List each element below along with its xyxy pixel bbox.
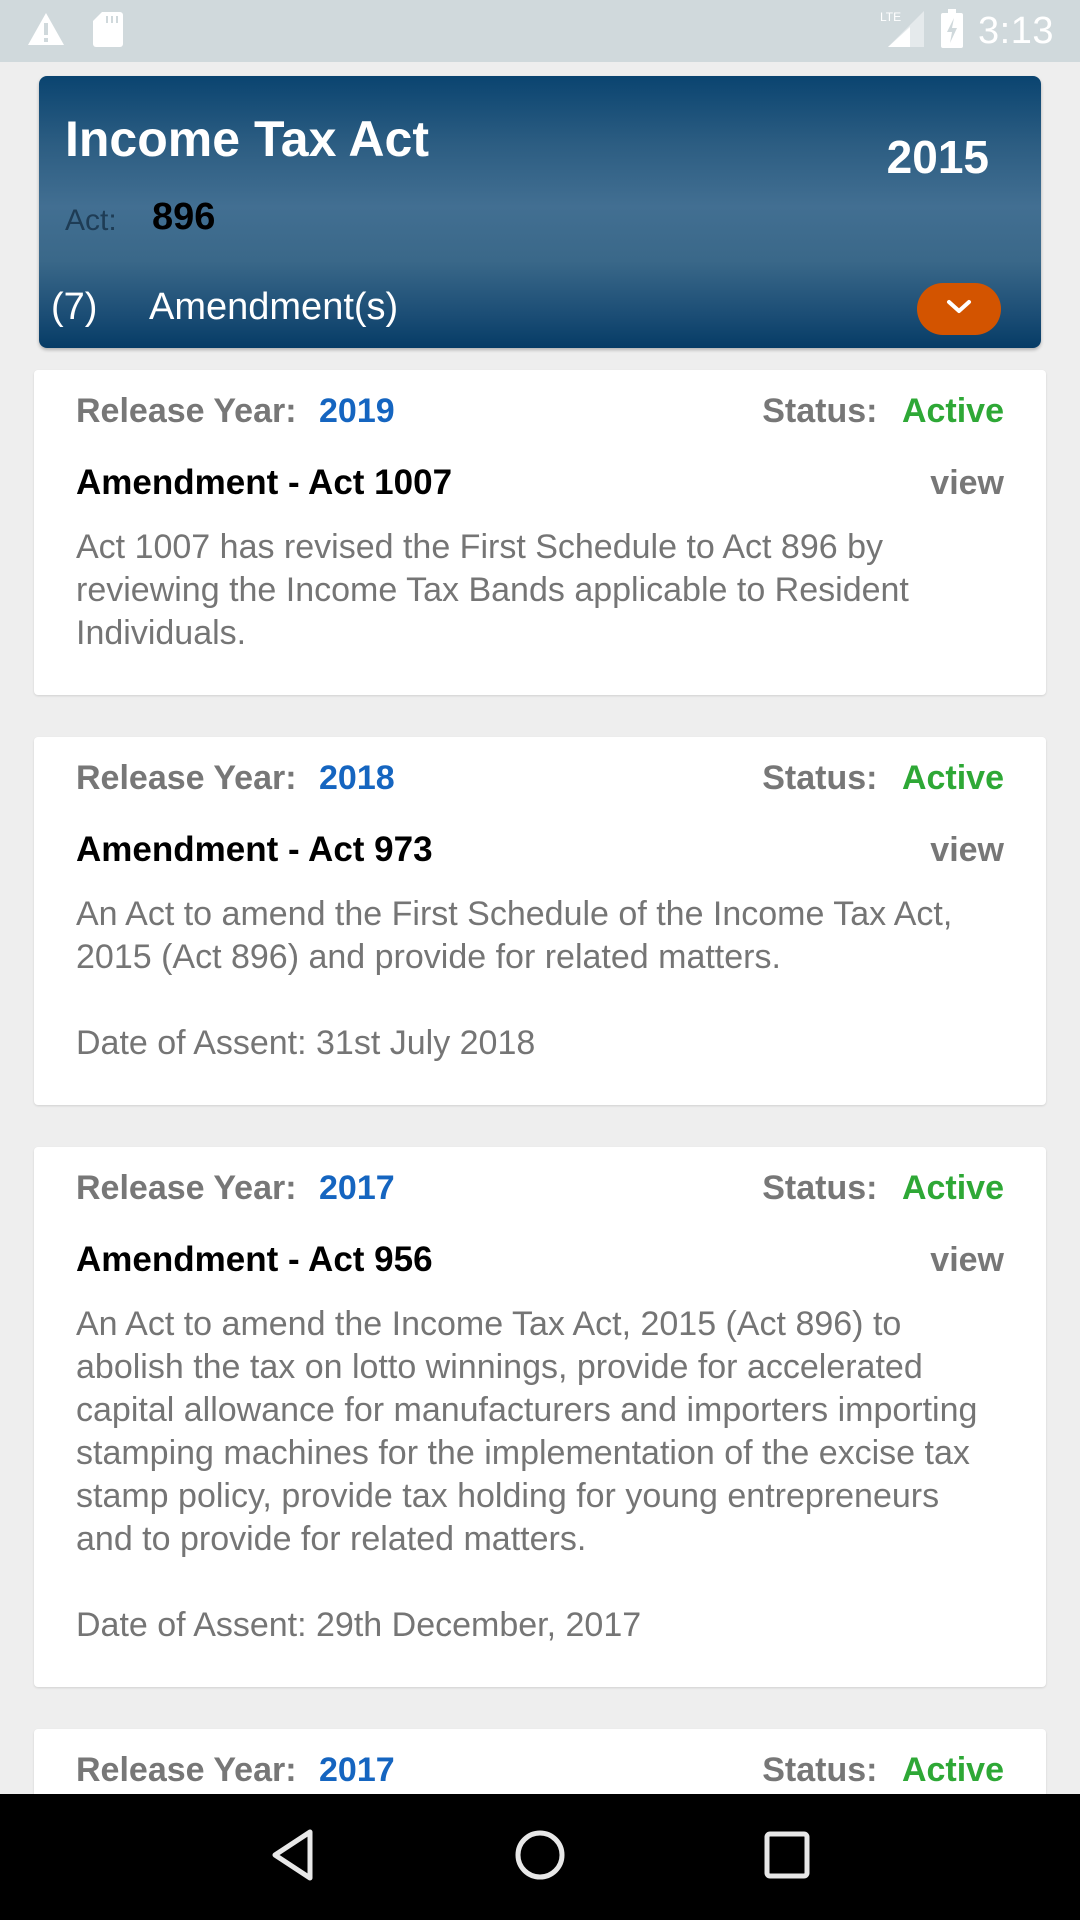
- view-link[interactable]: view: [930, 831, 1004, 870]
- release-year-value: 2017: [319, 1168, 395, 1207]
- amendment-title: Amendment - Act 973: [76, 830, 433, 869]
- view-link[interactable]: view: [930, 1241, 1004, 1280]
- amendment-description: An Act to amend the First Schedule of th…: [76, 895, 953, 976]
- release-year-label: Release Year:: [76, 758, 297, 797]
- signal-icon: LTE: [880, 9, 926, 54]
- date-of-assent: Date of Assent: 29th December, 2017: [76, 1606, 642, 1644]
- status-value: Active: [901, 1750, 1004, 1789]
- home-icon: [514, 1829, 566, 1886]
- amendment-description: An Act to amend the Income Tax Act, 2015…: [76, 1305, 978, 1558]
- amendment-count: (7): [51, 286, 98, 328]
- network-type-label: LTE: [880, 10, 901, 24]
- release-year-label: Release Year:: [76, 391, 297, 430]
- view-link[interactable]: view: [930, 464, 1004, 503]
- status-value: Active: [901, 1168, 1004, 1207]
- release-year-value: 2018: [319, 758, 395, 797]
- release-year-value: 2019: [319, 391, 395, 430]
- date-of-assent: Date of Assent: 31st July 2018: [76, 1024, 536, 1062]
- clock: 3:13: [978, 9, 1054, 52]
- back-icon: [270, 1829, 316, 1886]
- sd-card-icon: [92, 10, 124, 53]
- status-value: Active: [901, 758, 1004, 797]
- amendment-description: Act 1007 has revised the First Schedule …: [76, 528, 909, 652]
- battery-charging-icon: [940, 8, 964, 54]
- amendment-card: Release Year: 2017 Status: Active Amendm…: [34, 1147, 1046, 1687]
- status-label: Status:: [762, 1750, 878, 1789]
- amendments-list: Release Year: 2019 Status: Active Amendm…: [34, 370, 1046, 1851]
- act-number: 896: [152, 196, 216, 238]
- act-year: 2015: [886, 131, 989, 183]
- status-label: Status:: [762, 391, 878, 430]
- navigation-bar: [0, 1794, 1080, 1920]
- back-button[interactable]: [263, 1827, 323, 1887]
- act-header-card: Income Tax Act 2015 Act: 896 (7) Amendme…: [39, 76, 1041, 348]
- amendment-card: Release Year: 2018 Status: Active Amendm…: [34, 737, 1046, 1105]
- home-button[interactable]: [510, 1827, 570, 1887]
- recents-icon: [764, 1831, 810, 1884]
- act-number-label: Act:: [65, 204, 117, 237]
- act-title: Income Tax Act: [65, 111, 429, 167]
- status-bar: LTE 3:13: [0, 0, 1080, 62]
- amendment-title: Amendment - Act 956: [76, 1240, 433, 1279]
- status-label: Status:: [762, 758, 878, 797]
- release-year-value: 2017: [319, 1750, 395, 1789]
- release-year-label: Release Year:: [76, 1168, 297, 1207]
- amendment-card: Release Year: 2019 Status: Active Amendm…: [34, 370, 1046, 695]
- warning-icon: [26, 11, 66, 52]
- recents-button[interactable]: [757, 1827, 817, 1887]
- amendment-title: Amendment - Act 1007: [76, 463, 453, 502]
- status-label: Status:: [762, 1168, 878, 1207]
- expand-amendments-button[interactable]: [917, 283, 1001, 335]
- release-year-label: Release Year:: [76, 1750, 297, 1789]
- status-value: Active: [901, 391, 1004, 430]
- amendments-label: Amendment(s): [149, 286, 399, 328]
- chevron-down-icon: [946, 299, 972, 320]
